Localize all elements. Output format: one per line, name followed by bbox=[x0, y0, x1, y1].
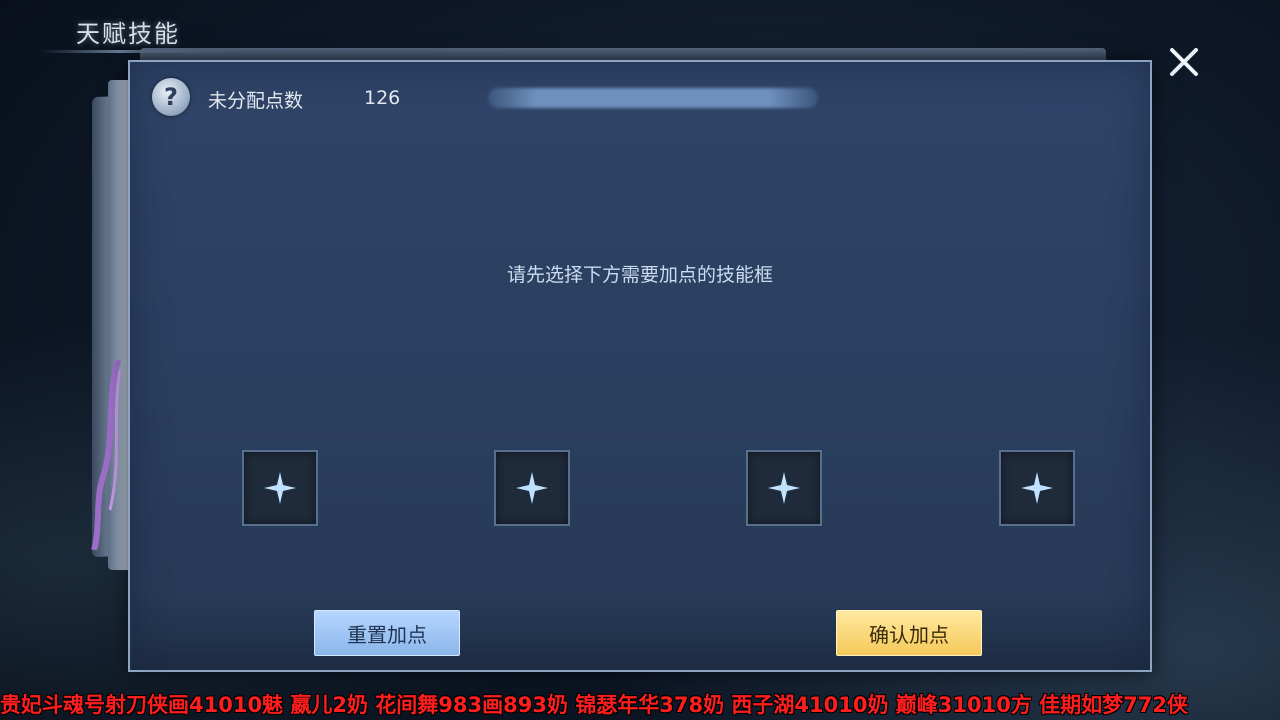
close-button[interactable] bbox=[1164, 42, 1204, 82]
skill-slot-4[interactable] bbox=[999, 450, 1075, 526]
skill-slot-2[interactable] bbox=[494, 450, 570, 526]
plus-icon bbox=[1021, 472, 1053, 504]
window-title: 天赋技能 bbox=[76, 20, 180, 48]
unallocated-points-label: 未分配点数 bbox=[208, 90, 304, 112]
selection-hint: 请先选择下方需要加点的技能框 bbox=[506, 264, 773, 286]
stream-overlay-marquee: 贵妃斗魂号射刀侠画41010魅 嬴儿2奶 花间舞983画893奶 锦瑟年华378… bbox=[0, 693, 1188, 717]
confirm-points-button[interactable]: 确认加点 bbox=[836, 610, 982, 656]
reset-points-button[interactable]: 重置加点 bbox=[314, 610, 460, 656]
unallocated-points-value: 126 bbox=[364, 87, 401, 109]
plus-icon bbox=[768, 472, 800, 504]
help-icon[interactable]: ? bbox=[152, 78, 190, 116]
talent-panel: ? 未分配点数 126 请先选择下方需要加点的技能框 重置加点 确认加点 bbox=[128, 60, 1152, 672]
close-icon bbox=[1170, 48, 1198, 76]
skill-slot-3[interactable] bbox=[746, 450, 822, 526]
skill-slot-1[interactable] bbox=[242, 450, 318, 526]
points-glow-bar bbox=[488, 88, 818, 108]
panel-footer bbox=[132, 592, 1150, 670]
ribbon-decoration bbox=[91, 360, 122, 550]
plus-icon bbox=[516, 472, 548, 504]
plus-icon bbox=[264, 472, 296, 504]
